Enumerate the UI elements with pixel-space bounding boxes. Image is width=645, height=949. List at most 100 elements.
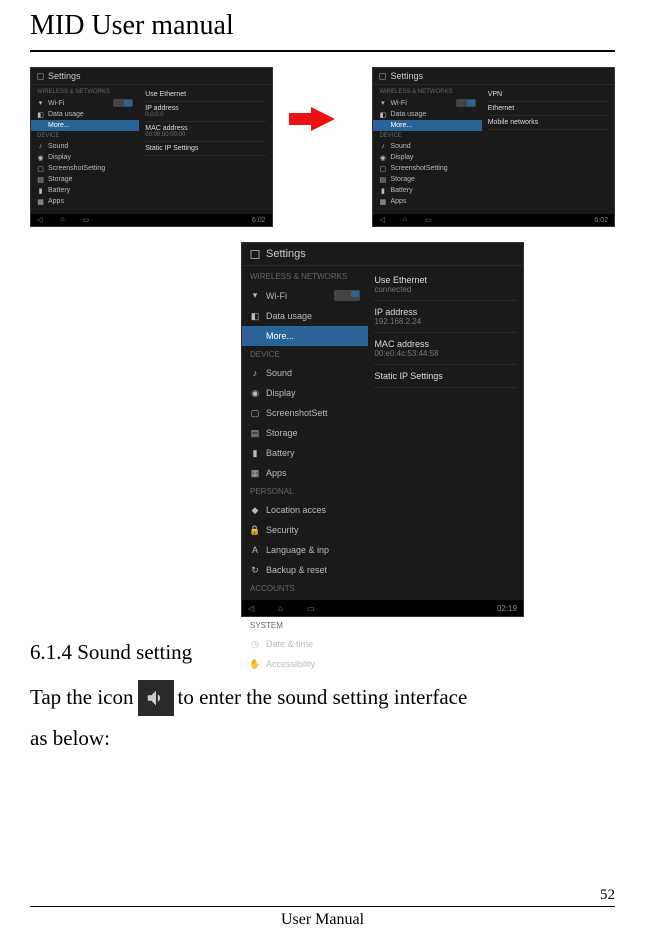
sidebar-display[interactable]: ◉Display (373, 152, 481, 163)
home-icon[interactable]: ⌂ (60, 216, 64, 224)
sidebar-more[interactable]: More... (373, 120, 481, 131)
ss-sidebar: WIRELESS & NETWORKS ▾Wi-Fi ◧Data usage M… (242, 266, 368, 599)
location-icon: ◆ (250, 505, 260, 515)
data-usage-icon: ◧ (37, 111, 44, 118)
language-icon: A (250, 545, 260, 555)
sidebar-data-usage[interactable]: ◧ Data usage (31, 109, 139, 120)
sound-icon: ♪ (37, 143, 44, 150)
sidebar-screenshot[interactable]: ▢ScreenshotSetting (373, 163, 481, 174)
sidebar-apps[interactable]: ▦Apps (373, 196, 481, 207)
settings-icon (379, 73, 386, 80)
sidebar-display[interactable]: ◉Display (31, 152, 139, 163)
back-icon[interactable]: ◁ (37, 216, 42, 224)
display-icon: ◉ (250, 388, 260, 398)
backup-icon: ↻ (250, 565, 260, 575)
wifi-icon: ▾ (379, 100, 386, 107)
ss-title: Settings (48, 71, 81, 81)
sidebar-more[interactable]: More... (31, 120, 139, 131)
section-device: DEVICE (31, 131, 139, 141)
section-accounts: ACCOUNTS (242, 580, 368, 597)
settings-icon (37, 73, 44, 80)
ss-nav-bar: ◁ ⌂ ▭ 6:02 (373, 214, 614, 226)
sidebar-date-time[interactable]: ◷Date & time (242, 634, 368, 654)
ss-nav-bar: ◁ ⌂ ▭ 6:02 (31, 214, 272, 226)
back-icon[interactable]: ◁ (379, 216, 384, 224)
screenshot-settings-more-ethernet: Settings WIRELESS & NETWORKS ▾ Wi-Fi ◧ D… (30, 67, 273, 227)
ss-title: Settings (266, 248, 306, 260)
arrow-container (283, 67, 363, 131)
content-ip: IP address192.168.2.24 (374, 301, 517, 333)
home-icon[interactable]: ⌂ (403, 216, 407, 224)
sidebar-storage[interactable]: ▤Storage (373, 174, 481, 185)
status-time: 6:02 (252, 217, 266, 224)
storage-icon: ▤ (379, 176, 386, 183)
sidebar-battery[interactable]: ▮Battery (373, 185, 481, 196)
sound-settings-icon (138, 680, 174, 716)
screenshot-settings-full: Settings WIRELESS & NETWORKS ▾Wi-Fi ◧Dat… (241, 242, 524, 617)
sidebar-language[interactable]: ALanguage & inp (242, 540, 368, 560)
wifi-toggle[interactable] (113, 99, 133, 107)
content-mobile-networks[interactable]: Mobile networks (488, 116, 608, 130)
sidebar-storage[interactable]: ▤Storage (242, 423, 368, 443)
ss-nav-bar: ◁ ⌂ ▭ 02:19 (242, 600, 523, 616)
ss-content: Use Ethernet IP address0.0.0.0 MAC addre… (139, 85, 271, 213)
sidebar-accessibility[interactable]: ✋Accessibility (242, 654, 368, 674)
wifi-icon: ▾ (250, 291, 260, 301)
sidebar-sound[interactable]: ♪Sound (242, 363, 368, 383)
battery-icon: ▮ (250, 448, 260, 458)
content-ethernet[interactable]: Ethernet (488, 102, 608, 116)
sidebar-display[interactable]: ◉Display (242, 383, 368, 403)
content-use-ethernet[interactable]: Use Ethernet (145, 88, 265, 102)
sidebar-location[interactable]: ◆Location acces (242, 500, 368, 520)
wifi-toggle[interactable] (334, 290, 360, 301)
sidebar-sound[interactable]: ♪Sound (31, 141, 139, 152)
sidebar-wifi[interactable]: ▾Wi-Fi (373, 97, 481, 109)
content-use-ethernet[interactable]: Use Ethernetconnected (374, 269, 517, 301)
sidebar-battery[interactable]: ▮Battery (242, 443, 368, 463)
content-static-ip[interactable]: Static IP Settings (374, 365, 517, 388)
sidebar-security[interactable]: 🔒Security (242, 520, 368, 540)
sidebar-battery[interactable]: ▮Battery (31, 185, 139, 196)
screenshot-icon: ▢ (250, 408, 260, 418)
sidebar-data-usage[interactable]: ◧Data usage (242, 306, 368, 326)
section-wireless: WIRELESS & NETWORKS (373, 87, 481, 97)
apps-icon: ▦ (250, 468, 260, 478)
storage-icon: ▤ (250, 428, 260, 438)
section-personal: PERSONAL (242, 483, 368, 500)
content-static-ip[interactable]: Static IP Settings (145, 142, 265, 156)
ss-title-bar: Settings (373, 68, 614, 85)
sidebar-sound[interactable]: ♪Sound (373, 141, 481, 152)
content-vpn[interactable]: VPN (488, 88, 608, 102)
data-usage-icon: ◧ (250, 311, 260, 321)
back-icon[interactable]: ◁ (248, 604, 254, 613)
sidebar-data-usage[interactable]: ◧Data usage (373, 109, 481, 120)
sidebar-wifi[interactable]: ▾Wi-Fi (242, 285, 368, 306)
battery-icon: ▮ (37, 187, 44, 194)
sidebar-more[interactable]: More... (242, 326, 368, 346)
screenshot-icon: ▢ (379, 165, 386, 172)
sidebar-screenshot[interactable]: ▢ScreenshotSetting (31, 163, 139, 174)
sidebar-apps[interactable]: ▦Apps (242, 463, 368, 483)
section-device: DEVICE (373, 131, 481, 141)
wifi-toggle[interactable] (456, 99, 476, 107)
body-line-2: as below: (30, 722, 615, 756)
recent-icon[interactable]: ▭ (425, 216, 432, 224)
recent-icon[interactable]: ▭ (307, 604, 315, 613)
apps-icon: ▦ (37, 198, 44, 205)
sidebar-apps[interactable]: ▦Apps (31, 196, 139, 207)
ss-sidebar: WIRELESS & NETWORKS ▾Wi-Fi ◧Data usage M… (373, 85, 481, 213)
home-icon[interactable]: ⌂ (278, 604, 283, 613)
screenshot-icon: ▢ (37, 165, 44, 172)
red-arrow-icon (311, 107, 335, 131)
sidebar-storage[interactable]: ▤Storage (31, 174, 139, 185)
section-wireless: WIRELESS & NETWORKS (242, 268, 368, 285)
sidebar-backup[interactable]: ↻Backup & reset (242, 560, 368, 580)
footer-label: User Manual (30, 907, 615, 929)
page-number: 52 (30, 887, 615, 907)
recent-icon[interactable]: ▭ (83, 216, 90, 224)
sound-icon: ♪ (250, 368, 260, 378)
ss-title-bar: Settings (31, 68, 272, 85)
sidebar-screenshot[interactable]: ▢ScreenshotSett (242, 403, 368, 423)
sidebar-wifi[interactable]: ▾ Wi-Fi (31, 97, 139, 109)
display-icon: ◉ (379, 154, 386, 161)
